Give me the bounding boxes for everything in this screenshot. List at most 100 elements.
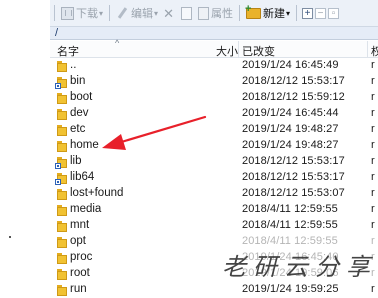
- edit-label: 编辑: [131, 8, 154, 20]
- watermark: 老研云分享: [222, 253, 377, 281]
- expand-icon[interactable]: +: [302, 7, 314, 19]
- folder-icon: [57, 109, 67, 120]
- file-modified: 2019/1/24 19:48:27: [242, 123, 339, 135]
- file-name: boot: [70, 91, 93, 103]
- file-name: lost+found: [70, 187, 124, 199]
- sort-ascending-icon: ^: [115, 38, 120, 48]
- file-modified: 2019/1/24 16:45:49: [242, 59, 339, 71]
- file-row[interactable]: etc 2019/1/24 19:48:27 r: [50, 122, 378, 138]
- folder-icon: [57, 141, 67, 152]
- file-row[interactable]: dev 2019/1/24 16:45:44 r: [50, 106, 378, 122]
- column-divider[interactable]: [238, 41, 239, 57]
- toolbar: 下载 ▾ 编辑 ▾ ✕ 属性 新建 ▾ + − ▫: [50, 0, 378, 27]
- file-row[interactable]: media 2018/4/11 12:59:55 r: [50, 202, 378, 218]
- file-modified: 2019/1/24 19:48:27: [242, 139, 339, 151]
- column-size[interactable]: 大小: [216, 43, 238, 59]
- folder-icon: [57, 285, 67, 296]
- file-row[interactable]: lib64 2018/12/12 15:53:17 r: [50, 170, 378, 186]
- folder-icon: [57, 269, 67, 280]
- file-permissions: r: [371, 91, 375, 103]
- file-modified: 2018/4/11 12:59:55: [242, 219, 338, 231]
- file-modified: 2018/12/12 15:53:07: [242, 187, 345, 199]
- column-modified[interactable]: 已改变: [242, 43, 275, 59]
- chevron-down-icon: ▾: [99, 8, 104, 18]
- folder-icon: [57, 253, 67, 264]
- file-permissions: r: [371, 155, 375, 167]
- properties-icon: [198, 6, 210, 20]
- file-row[interactable]: mnt 2018/4/11 12:59:55 r: [50, 218, 378, 234]
- file-modified: 2018/4/11 12:59:55: [242, 235, 338, 247]
- file-permissions: r: [371, 235, 375, 247]
- new-folder-icon: [245, 3, 262, 19]
- chevron-down-icon: ▾: [286, 8, 291, 18]
- file-modified: 2018/12/12 15:53:17: [242, 75, 345, 87]
- file-modified: 2018/12/12 15:53:17: [242, 155, 345, 167]
- edit-button[interactable]: 编辑 ▾: [114, 3, 160, 23]
- toolbar-separator: [109, 5, 111, 21]
- file-permissions: r: [371, 75, 375, 87]
- file-name: lib: [70, 155, 82, 167]
- delete-button[interactable]: ✕: [160, 3, 179, 23]
- file-name: media: [70, 203, 102, 215]
- rename-icon: [181, 6, 193, 20]
- folder-icon: [57, 237, 67, 248]
- restore-icon[interactable]: ▫: [328, 7, 340, 19]
- download-button[interactable]: 下载 ▾: [59, 3, 105, 23]
- file-name: bin: [70, 75, 86, 87]
- file-permissions: r: [371, 123, 375, 135]
- stray-dot: [9, 236, 11, 238]
- file-name: lib64: [70, 171, 95, 183]
- file-modified: 2018/12/12 15:59:12: [242, 91, 345, 103]
- folder-icon: [57, 189, 67, 200]
- file-row[interactable]: run 2019/1/24 19:59:25 r: [50, 282, 378, 298]
- toolbar-separator: [239, 5, 241, 21]
- folder-icon: [57, 205, 67, 216]
- file-permissions: r: [371, 139, 375, 151]
- file-row[interactable]: home 2019/1/24 19:48:27 r: [50, 138, 378, 154]
- column-divider[interactable]: [367, 41, 368, 57]
- column-name[interactable]: 名字: [57, 43, 79, 59]
- file-row[interactable]: bin 2018/12/12 15:53:17 r: [50, 74, 378, 90]
- file-name: mnt: [70, 219, 90, 231]
- toolbar-separator: [54, 5, 55, 21]
- path-text: /: [55, 27, 59, 39]
- file-name: dev: [70, 107, 89, 119]
- folder-link-icon: [55, 173, 67, 185]
- properties-label: 属性: [211, 8, 234, 20]
- collapse-icon[interactable]: −: [315, 7, 327, 19]
- file-permissions: r: [371, 187, 375, 199]
- file-name: ..: [70, 59, 77, 71]
- rename-button[interactable]: [179, 3, 196, 23]
- file-row[interactable]: .. 2019/1/24 16:45:49 r: [50, 58, 378, 74]
- new-label: 新建: [263, 8, 286, 20]
- file-name: proc: [70, 251, 93, 263]
- file-row[interactable]: boot 2018/12/12 15:59:12 r: [50, 90, 378, 106]
- file-row[interactable]: lib 2018/12/12 15:53:17 r: [50, 154, 378, 170]
- file-name: run: [70, 283, 87, 295]
- column-permissions[interactable]: 权: [371, 43, 378, 59]
- file-row[interactable]: lost+found 2018/12/12 15:53:07 r: [50, 186, 378, 202]
- folder-icon: [57, 125, 67, 136]
- file-name: opt: [70, 235, 86, 247]
- new-button[interactable]: 新建 ▾: [244, 3, 292, 23]
- download-label: 下载: [76, 8, 98, 20]
- folder-link-icon: [55, 77, 67, 89]
- delete-icon: ✕: [163, 5, 174, 21]
- file-permissions: r: [371, 107, 375, 119]
- toolbar-separator: [296, 5, 298, 21]
- file-permissions: r: [371, 171, 375, 183]
- pencil-icon: [116, 7, 129, 20]
- file-name: etc: [70, 123, 86, 135]
- file-modified: 2019/1/24 16:45:44: [242, 107, 339, 119]
- column-header: ^ 名字 大小 已改变 权: [50, 38, 378, 59]
- file-modified: 2019/1/24 19:59:25: [242, 283, 339, 295]
- folder-icon: [57, 221, 67, 232]
- file-permissions: r: [371, 59, 375, 71]
- file-permissions: r: [371, 283, 375, 295]
- file-modified: 2018/4/11 12:59:55: [242, 203, 338, 215]
- download-icon: [61, 6, 74, 20]
- folder-link-icon: [55, 157, 67, 169]
- properties-button[interactable]: 属性: [196, 3, 235, 23]
- file-permissions: r: [371, 203, 375, 215]
- path-bar[interactable]: /: [50, 27, 378, 40]
